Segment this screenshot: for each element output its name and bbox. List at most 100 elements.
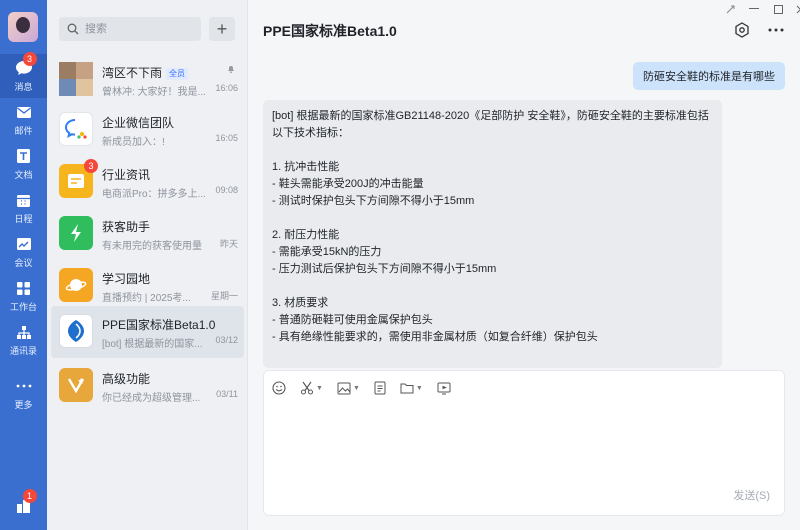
- rail-item-meetings[interactable]: 会议: [0, 230, 47, 274]
- rail-label: 工作台: [9, 302, 37, 312]
- emoji-icon: [272, 381, 286, 395]
- screen-icon: [437, 382, 451, 394]
- rail-item-workbench[interactable]: 工作台: [0, 274, 47, 318]
- grid-icon: [15, 279, 33, 297]
- add-button[interactable]: +: [209, 17, 235, 41]
- folder-icon: [400, 383, 414, 394]
- conversation-preview: 有未用完的获客使用量: [102, 241, 202, 252]
- bot-message-bubble: [bot] 根据最新的国家标准GB21148-2020《足部防护 安全鞋》，防砸…: [263, 100, 722, 368]
- calendar-icon: [15, 191, 33, 209]
- enterprise-badge: 1: [22, 489, 37, 503]
- chat-header: PPE国家标准Beta1.0: [249, 0, 800, 56]
- rail-item-mail[interactable]: 邮件: [0, 98, 47, 142]
- rail-label: 文档: [14, 170, 33, 180]
- user-message-bubble: 防砸安全鞋的标准是有哪些: [633, 62, 785, 90]
- conversation-preview: 电商派Pro：拼多多上...: [102, 189, 206, 200]
- rail-label: 消息: [14, 82, 33, 92]
- mail-icon: [15, 103, 33, 121]
- minimize-icon[interactable]: [744, 2, 764, 16]
- pin-window-icon[interactable]: [720, 2, 740, 16]
- conversation-title: 高级功能: [102, 372, 151, 386]
- meeting-icon: [15, 235, 33, 253]
- search-box[interactable]: [59, 17, 201, 41]
- planet-icon: [59, 268, 93, 302]
- conversation-title: PPE国家标准Beta1.0: [102, 318, 216, 332]
- rail-label: 会议: [14, 258, 33, 268]
- bot-avatar: [59, 314, 93, 348]
- mute-icon: [228, 66, 234, 74]
- messages-badge: 3: [22, 52, 37, 66]
- conversation-time: 03/12: [215, 335, 238, 345]
- conversation-item[interactable]: 湾区不下雨 全员 曾林冲: 大家好！我是... 16:06: [51, 54, 244, 106]
- doc-button[interactable]: [374, 381, 386, 395]
- emoji-button[interactable]: [272, 381, 286, 395]
- conversation-preview: 直播预约 | 2025考...: [102, 293, 191, 304]
- conversation-title: 获客助手: [102, 220, 151, 234]
- message-input[interactable]: [274, 403, 774, 483]
- conversation-preview: 你已经成为超级管理...: [102, 393, 201, 404]
- news-icon: 3: [59, 159, 98, 198]
- conversation-item-selected[interactable]: PPE国家标准Beta1.0 [bot] 根据最新的国家... 03/12: [51, 306, 244, 358]
- more-options-icon[interactable]: [766, 20, 786, 40]
- rail-item-messages[interactable]: 3 消息: [0, 52, 47, 98]
- user-avatar[interactable]: [8, 12, 38, 42]
- screenshot-button[interactable]: ▼: [300, 381, 323, 395]
- conversation-item[interactable]: 获客助手 有未用完的获客使用量 昨天: [51, 208, 244, 260]
- conversation-time: 16:06: [215, 83, 238, 93]
- chevron-down-icon: ▼: [316, 384, 323, 392]
- group-avatar: [59, 62, 93, 96]
- chat-bubble-icon: 3: [15, 52, 37, 77]
- maximize-icon[interactable]: [768, 2, 788, 16]
- conversation-time: 星期一: [210, 291, 238, 301]
- rail-label: 更多: [14, 400, 33, 410]
- bot-message-text: [bot] 根据最新的国家标准GB21148-2020《足部防护 安全鞋》，防砸…: [272, 110, 709, 343]
- conversation-item[interactable]: 学习园地 直播预约 | 2025考... 星期一: [51, 260, 244, 312]
- rail-label: 日程: [14, 214, 33, 224]
- more-dots-icon: [15, 377, 33, 395]
- premium-v-icon: [59, 368, 93, 402]
- rail-label: 通讯录: [9, 346, 37, 356]
- conversation-preview: [bot] 根据最新的国家...: [102, 339, 203, 350]
- document-icon: [15, 147, 33, 165]
- close-icon[interactable]: [790, 2, 800, 16]
- conversation-title: 学习园地: [102, 272, 151, 286]
- scissors-icon: [301, 381, 313, 395]
- org-chart-icon: [15, 323, 33, 341]
- rail-item-enterprise[interactable]: 1: [0, 484, 47, 528]
- rail-item-contacts[interactable]: 通讯录: [0, 318, 47, 362]
- conversation-time: 09:08: [215, 185, 238, 195]
- chat-panel: PPE国家标准Beta1.0 防砸安全鞋的标准是有哪些 [bot] 根据最新的国…: [249, 0, 800, 530]
- image-button[interactable]: ▼: [337, 382, 360, 395]
- wecom-logo-icon: [59, 112, 93, 146]
- rail-item-more[interactable]: 更多: [0, 372, 47, 416]
- screen-share-button[interactable]: [437, 382, 451, 395]
- document-icon: [374, 381, 386, 395]
- composer-toolbar: ▼ ▼ ▼: [272, 379, 465, 397]
- send-button[interactable]: 发送(S): [733, 487, 770, 503]
- rail-item-calendar[interactable]: 日程: [0, 186, 47, 230]
- conversation-item[interactable]: 高级功能 你已经成为超级管理... 03/11: [51, 360, 244, 412]
- lightning-icon: [59, 216, 93, 250]
- unread-badge: 3: [84, 159, 98, 173]
- conversation-title: 企业微信团队: [102, 116, 175, 130]
- conversation-item[interactable]: 企业微信团队 新成员加入：! 16:05: [51, 104, 244, 156]
- all-members-tag: 全员: [166, 68, 189, 80]
- settings-icon[interactable]: [732, 20, 752, 40]
- conversation-preview: 新成员加入：!: [102, 137, 165, 148]
- rail-label: 邮件: [14, 126, 33, 136]
- folder-button[interactable]: ▼: [400, 382, 423, 394]
- message-composer: ▼ ▼ ▼ 发送(S): [263, 370, 785, 516]
- nav-rail: 3 消息 邮件 文档 日程 会议 工作台 通讯录 更多 1: [0, 0, 47, 530]
- conversation-time: 03/11: [216, 389, 238, 399]
- chevron-down-icon: ▼: [352, 384, 360, 392]
- conversation-time: 16:05: [215, 133, 238, 143]
- search-input[interactable]: [85, 23, 185, 35]
- rail-item-docs[interactable]: 文档: [0, 142, 47, 186]
- conversation-preview: 曾林冲: 大家好！我是...: [102, 87, 206, 98]
- search-icon: [67, 23, 79, 35]
- image-icon: [337, 382, 351, 394]
- conversation-title: 湾区不下雨: [102, 66, 163, 80]
- conversation-list: + 湾区不下雨全员 曾林冲: 大家好！我是... 16:06 企业微信团队 新成…: [47, 0, 248, 530]
- conversation-time: 昨天: [219, 239, 238, 249]
- conversation-item[interactable]: 3 行业资讯 电商派Pro：拼多多上... 09:08: [51, 156, 244, 208]
